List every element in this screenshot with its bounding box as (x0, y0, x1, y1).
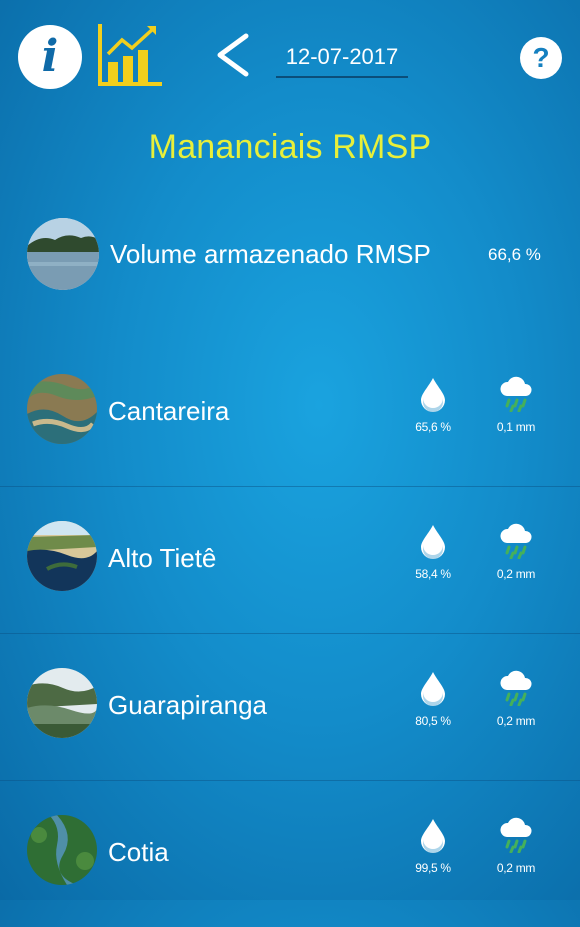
reservoir-row-cantareira[interactable]: Cantareira 65,6 % 0,1 mm (0, 340, 580, 486)
rainfall-value: 0,2 mm (496, 861, 536, 875)
reservoir-row-guarapiranga[interactable]: Guarapiranga 80,5 % 0,2 mm (0, 633, 580, 780)
summary-value: 66,6 % (488, 245, 541, 264)
back-arrow-icon (217, 33, 249, 77)
water-drop-icon (421, 378, 445, 412)
volume-metric: 58,4 % (403, 523, 463, 581)
rain-cloud-icon (500, 817, 532, 853)
help-icon: ? (532, 42, 550, 73)
top-bar: i 12-07-2017 ? (0, 0, 580, 110)
reservoir-photo (27, 521, 97, 591)
rainfall-value: 0,2 mm (496, 714, 536, 728)
rainfall-metric: 0,2 mm (486, 523, 546, 581)
help-button[interactable]: ? (520, 37, 562, 79)
reservoir-name: Alto Tietê (108, 543, 217, 573)
reservoir-photo (27, 218, 99, 290)
previous-date-button[interactable] (212, 30, 252, 80)
rainfall-metric: 0,2 mm (486, 817, 546, 875)
reservoir-row-cotia[interactable]: Cotia 99,5 % 0,2 mm (0, 780, 580, 927)
rain-cloud-icon (500, 376, 532, 412)
volume-metric: 80,5 % (403, 670, 463, 728)
volume-value: 65,6 % (415, 420, 451, 434)
rainfall-value: 0,2 mm (496, 567, 536, 581)
volume-metric: 65,6 % (403, 376, 463, 434)
reservoir-name: Guarapiranga (108, 690, 267, 720)
reservoir-name: Cotia (108, 837, 169, 867)
chart-button[interactable] (96, 24, 164, 88)
volume-value: 80,5 % (415, 714, 451, 728)
reservoir-photo (27, 668, 97, 738)
info-icon: i (41, 31, 59, 82)
page-title: Mananciais RMSP (148, 128, 432, 166)
reservoir-list: Cantareira 65,6 % 0,1 mm Alto Tietê 58,4… (0, 340, 580, 927)
rainfall-metric: 0,2 mm (486, 670, 546, 728)
reservoir-photo (27, 815, 97, 885)
volume-metric: 99,5 % (403, 817, 463, 875)
reservoir-photo (27, 374, 97, 444)
bar-chart-icon (98, 24, 162, 86)
reservoir-row-alto-tiete[interactable]: Alto Tietê 58,4 % 0,2 mm (0, 486, 580, 633)
volume-value: 99,5 % (415, 861, 451, 875)
summary-row[interactable]: Volume armazenado RMSP 66,6 % (0, 215, 580, 295)
water-drop-icon (421, 525, 445, 559)
info-button[interactable]: i (18, 25, 82, 89)
rain-cloud-icon (500, 670, 532, 706)
water-drop-icon (421, 672, 445, 706)
reservoir-name: Cantareira (108, 396, 230, 426)
water-drop-icon (421, 819, 445, 853)
volume-value: 58,4 % (415, 567, 451, 581)
rainfall-value: 0,1 mm (496, 420, 536, 434)
rainfall-metric: 0,1 mm (486, 376, 546, 434)
rain-cloud-icon (500, 523, 532, 559)
summary-name: Volume armazenado RMSP (110, 239, 431, 269)
date-selector[interactable]: 12-07-2017 (276, 42, 408, 78)
